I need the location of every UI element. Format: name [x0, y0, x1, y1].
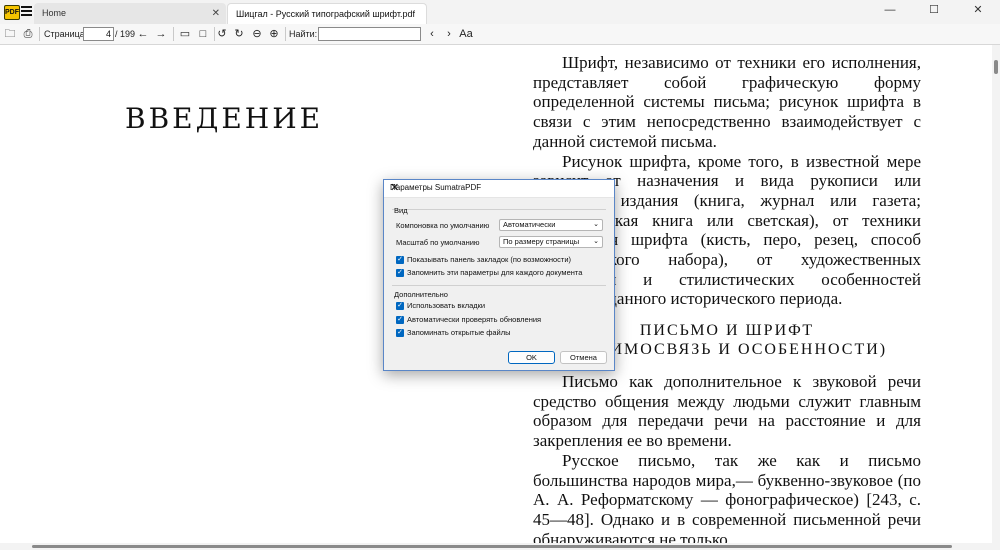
find-input[interactable] — [318, 27, 421, 41]
tab-home-close-icon[interactable]: ✕ — [212, 3, 220, 24]
remember-files-checkbox-label: Запоминать открытые файлы — [407, 328, 511, 337]
remember-settings-checkbox-label: Запомнить эти параметры для каждого доку… — [407, 268, 583, 277]
toolbar-divider — [39, 27, 40, 41]
find-previous-icon[interactable]: ‹ — [425, 27, 439, 41]
remember-files-checkbox[interactable]: ✓ Запоминать открытые файлы — [396, 328, 511, 338]
chevron-down-icon: ⌄ — [593, 238, 599, 245]
rotate-left-icon[interactable]: ↺ — [215, 27, 229, 41]
fit-page-icon[interactable]: □ — [196, 27, 210, 41]
document-heading: ВВЕДЕНИЕ — [125, 102, 324, 135]
advanced-group-label: Дополнительно — [394, 290, 448, 299]
zoom-select-value: По размеру страницы — [503, 237, 580, 246]
chevron-down-icon: ⌄ — [593, 221, 599, 228]
next-page-icon[interactable]: → — [154, 27, 168, 41]
toolbar-divider — [173, 27, 174, 41]
tab-document[interactable]: Шицгал - Русский типографский шрифт.pdf — [227, 3, 427, 24]
zoom-in-icon[interactable]: ⊕ — [267, 27, 281, 41]
use-tabs-checkbox[interactable]: ✓ Использовать вкладки — [396, 301, 485, 311]
match-case-icon[interactable]: Aa — [459, 27, 473, 41]
dialog-title-bar: Параметры SumatraPDF ✕ — [384, 180, 614, 198]
advanced-group-border — [392, 285, 606, 286]
checkbox-checked-icon: ✓ — [396, 302, 404, 311]
open-folder-icon[interactable]: 🗀 — [3, 27, 17, 41]
tab-document-label: Шицгал - Русский типографский шрифт.pdf — [236, 9, 415, 19]
page-label: Страница: — [44, 29, 88, 39]
zoom-out-icon[interactable]: ⊖ — [250, 27, 264, 41]
toolbar: 🗀 ⎙ Страница: 4 / 199 ← → ▭ □ ↺ ↻ ⊖ ⊕ На… — [0, 24, 1000, 45]
layout-select[interactable]: Автоматически ⌄ — [499, 219, 603, 231]
page-number-input[interactable]: 4 — [83, 27, 114, 41]
zoom-label: Масштаб по умолчанию — [396, 238, 480, 247]
toolbar-divider — [285, 27, 286, 41]
zoom-select[interactable]: По размеру страницы ⌄ — [499, 236, 603, 248]
cancel-button[interactable]: Отмена — [560, 351, 607, 364]
document-paragraph: Шрифт, независимо от техники его исполне… — [533, 53, 921, 151]
tab-bar: PDF Home ✕ Шицгал - Русский типографский… — [0, 0, 1000, 25]
view-group-label: Вид — [394, 206, 408, 215]
document-paragraph: Русское письмо, так же как и письмо боль… — [533, 450, 921, 543]
horizontal-scroll-thumb[interactable] — [32, 545, 952, 548]
hamburger-menu-icon[interactable] — [21, 6, 32, 17]
previous-page-icon[interactable]: ← — [136, 27, 150, 41]
close-window-button[interactable]: ✕ — [956, 0, 1000, 20]
checkbox-checked-icon: ✓ — [396, 316, 404, 325]
use-tabs-checkbox-label: Использовать вкладки — [407, 301, 486, 310]
ok-button[interactable]: OK — [508, 351, 555, 364]
find-label: Найти: — [289, 29, 318, 39]
maximize-button[interactable]: ☐ — [912, 0, 956, 20]
sumatra-logo-icon[interactable]: PDF — [4, 5, 20, 20]
options-dialog: Параметры SumatraPDF ✕ Вид Компоновка по… — [383, 179, 615, 371]
bookmarks-checkbox[interactable]: ✓ Показывать панель закладок (по возможно… — [396, 255, 571, 265]
check-updates-checkbox[interactable]: ✓ Автоматически проверять обновления — [396, 315, 541, 325]
bookmarks-checkbox-label: Показывать панель закладок (по возможнос… — [407, 255, 572, 264]
fit-width-icon[interactable]: ▭ — [178, 27, 192, 41]
dialog-close-icon[interactable]: ✕ — [390, 181, 609, 194]
remember-settings-checkbox[interactable]: ✓ Запомнить эти параметры для каждого док… — [396, 268, 582, 278]
rotate-right-icon[interactable]: ↻ — [232, 27, 246, 41]
checkbox-checked-icon: ✓ — [396, 329, 404, 338]
horizontal-scrollbar[interactable] — [0, 543, 992, 550]
check-updates-checkbox-label: Автоматически проверять обновления — [407, 315, 542, 324]
vertical-scroll-thumb[interactable] — [994, 60, 998, 74]
page-total: / 199 — [115, 29, 136, 39]
minimize-button[interactable]: — — [868, 0, 912, 20]
view-group-border — [392, 209, 606, 210]
find-next-icon[interactable]: › — [442, 27, 456, 41]
tab-home-label: Home — [42, 8, 67, 18]
print-icon[interactable]: ⎙ — [21, 27, 35, 41]
vertical-scrollbar[interactable] — [992, 45, 1000, 550]
tab-home[interactable]: Home ✕ — [34, 3, 226, 24]
document-column-bottom: Письмо как дополнительное к звуковой реч… — [533, 372, 921, 543]
checkbox-checked-icon: ✓ — [396, 269, 404, 278]
document-paragraph: Письмо как дополнительное к звуковой реч… — [533, 372, 921, 451]
layout-select-value: Автоматически — [503, 220, 556, 229]
checkbox-checked-icon: ✓ — [396, 256, 404, 265]
layout-label: Компоновка по умолчанию — [396, 221, 490, 230]
